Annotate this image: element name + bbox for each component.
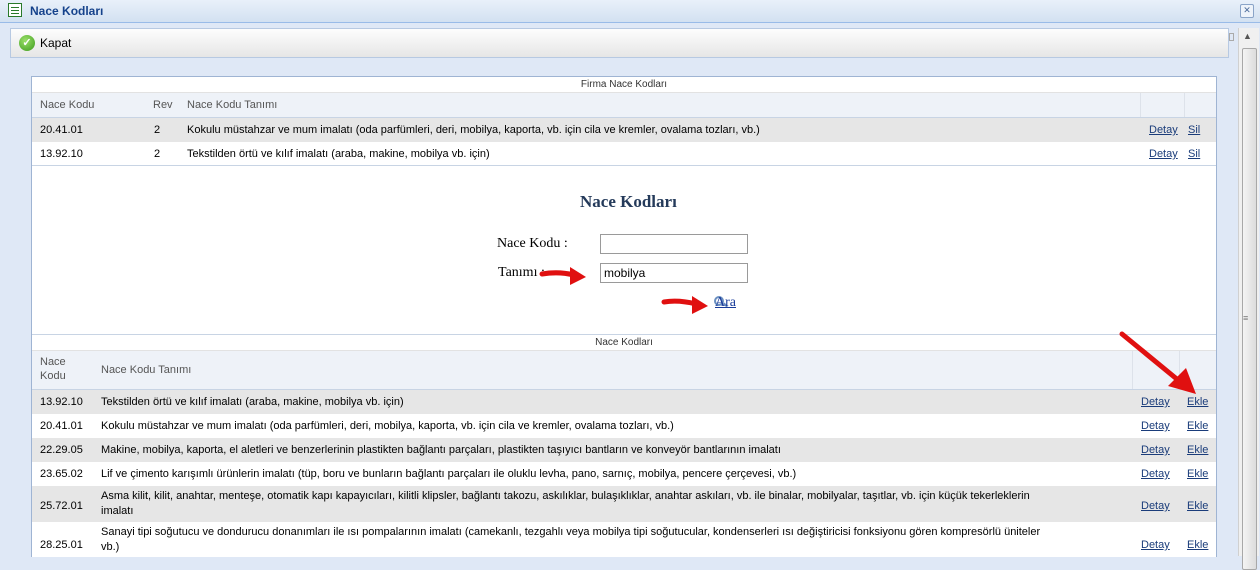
firma-sil-link[interactable]: Sil xyxy=(1188,124,1200,136)
result-ekle-link[interactable]: Ekle xyxy=(1187,444,1208,456)
result-row: 22.29.05 Makine, mobilya, kaporta, el al… xyxy=(32,438,1216,462)
firma-row-desc: Kokulu müstahzar ve mum imalatı (oda par… xyxy=(187,124,760,136)
firma-row: 13.92.10 2 Tekstilden örtü ve kılıf imal… xyxy=(32,142,1216,166)
firma-row-rev: 2 xyxy=(154,124,161,136)
result-ekle-link[interactable]: Ekle xyxy=(1187,468,1208,480)
content-panel: Firma Nace Kodları Nace Kodu Rev Nace Ko… xyxy=(31,76,1217,557)
scroll-up-icon[interactable]: ▲ xyxy=(1243,31,1252,41)
window-titlebar: Nace Kodları ✕ xyxy=(0,0,1260,23)
nace-kodu-label: Nace Kodu : xyxy=(497,236,568,251)
kapat-button[interactable]: ✓ Kapat xyxy=(13,32,77,54)
window-title: Nace Kodları xyxy=(30,4,104,18)
annotation-arrow-tanimi xyxy=(539,267,586,285)
firma-sil-link[interactable]: Sil xyxy=(1188,148,1200,160)
result-desc: Lif ve çimento karışımlı ürünlerin imala… xyxy=(101,468,797,480)
tanimi-input[interactable] xyxy=(600,263,748,283)
result-row: 28.25.01 Sanayi tipi soğutucu ve donduru… xyxy=(32,522,1216,557)
window-close-icon[interactable]: ✕ xyxy=(1240,4,1254,18)
result-code: 22.29.05 xyxy=(40,444,83,456)
result-row: 23.65.02 Lif ve çimento karışımlı ürünle… xyxy=(32,462,1216,486)
nace-kodu-input[interactable] xyxy=(600,234,748,254)
result-desc-line2: vb.) xyxy=(101,541,120,553)
result-desc-line1: Sanayi tipi soğutucu ve dondurucu donanı… xyxy=(101,526,1041,538)
result-code: 28.25.01 xyxy=(40,539,83,551)
result-desc: Tekstilden örtü ve kılıf imalatı (araba,… xyxy=(101,396,404,408)
kapat-label: Kapat xyxy=(40,36,72,50)
result-row: 20.41.01 Kokulu müstahzar ve mum imalatı… xyxy=(32,414,1216,438)
firma-row-rev: 2 xyxy=(154,148,161,160)
check-icon: ✓ xyxy=(19,35,35,51)
result-row: 13.92.10 Tekstilden örtü ve kılıf imalat… xyxy=(32,390,1216,414)
annotation-arrow-ara xyxy=(661,296,708,314)
ara-link[interactable]: Ara xyxy=(715,295,736,311)
result-ekle-link[interactable]: Ekle xyxy=(1187,500,1208,512)
firma-header-rev: Rev xyxy=(153,99,173,111)
search-title: Nace Kodları xyxy=(580,192,677,211)
result-detay-link[interactable]: Detay xyxy=(1141,539,1170,551)
result-desc-line1: Asma kilit, kilit, anahtar, menteşe, oto… xyxy=(101,490,1030,502)
result-code: 25.72.01 xyxy=(40,500,83,512)
firma-row-desc: Tekstilden örtü ve kılıf imalatı (araba,… xyxy=(187,148,490,160)
scroll-grip-icon: ≡ xyxy=(1243,313,1249,323)
firma-detay-link[interactable]: Detay xyxy=(1149,124,1178,136)
result-desc: Kokulu müstahzar ve mum imalatı (oda par… xyxy=(101,420,674,432)
annotation-arrow-ekle xyxy=(1119,331,1196,394)
result-desc: Makine, mobilya, kaporta, el aletleri ve… xyxy=(101,444,781,456)
result-detay-link[interactable]: Detay xyxy=(1141,500,1170,512)
results-header-code-2: Kodu xyxy=(40,370,66,382)
firma-table-header: Nace Kodu Rev Nace Kodu Tanımı xyxy=(32,93,1216,118)
results-table-header: Nace Kodu Nace Kodu Tanımı xyxy=(32,351,1216,390)
result-desc-line2: imalatı xyxy=(101,505,134,517)
window-list-icon xyxy=(8,3,22,17)
result-detay-link[interactable]: Detay xyxy=(1141,420,1170,432)
firma-header-code: Nace Kodu xyxy=(40,99,95,111)
firma-row-code: 20.41.01 xyxy=(40,124,83,136)
result-code: 20.41.01 xyxy=(40,420,83,432)
firma-row: 20.41.01 2 Kokulu müstahzar ve mum imala… xyxy=(32,118,1216,142)
firma-header-desc: Nace Kodu Tanımı xyxy=(187,99,278,111)
result-row: 25.72.01 Asma kilit, kilit, anahtar, men… xyxy=(32,486,1216,522)
firma-section-title: Firma Nace Kodları xyxy=(32,77,1216,93)
results-header-desc: Nace Kodu Tanımı xyxy=(101,364,192,376)
result-code: 23.65.02 xyxy=(40,468,83,480)
firma-detay-link[interactable]: Detay xyxy=(1149,148,1178,160)
toolbar: ✓ Kapat xyxy=(10,28,1229,58)
search-panel: Nace Kodları Nace Kodu : Tanımı : Ara xyxy=(32,166,1216,335)
result-detay-link[interactable]: Detay xyxy=(1141,468,1170,480)
results-header-code-1: Nace xyxy=(40,356,66,368)
result-ekle-link[interactable]: Ekle xyxy=(1187,420,1208,432)
result-ekle-link[interactable]: Ekle xyxy=(1187,539,1208,551)
vertical-scrollbar[interactable]: ▲ ≡ xyxy=(1238,28,1259,570)
results-section-title: Nace Kodları xyxy=(32,335,1216,351)
result-code: 13.92.10 xyxy=(40,396,83,408)
scroll-thumb[interactable] xyxy=(1242,48,1257,570)
result-detay-link[interactable]: Detay xyxy=(1141,444,1170,456)
collapse-handle[interactable] xyxy=(1229,33,1234,41)
firma-row-code: 13.92.10 xyxy=(40,148,83,160)
